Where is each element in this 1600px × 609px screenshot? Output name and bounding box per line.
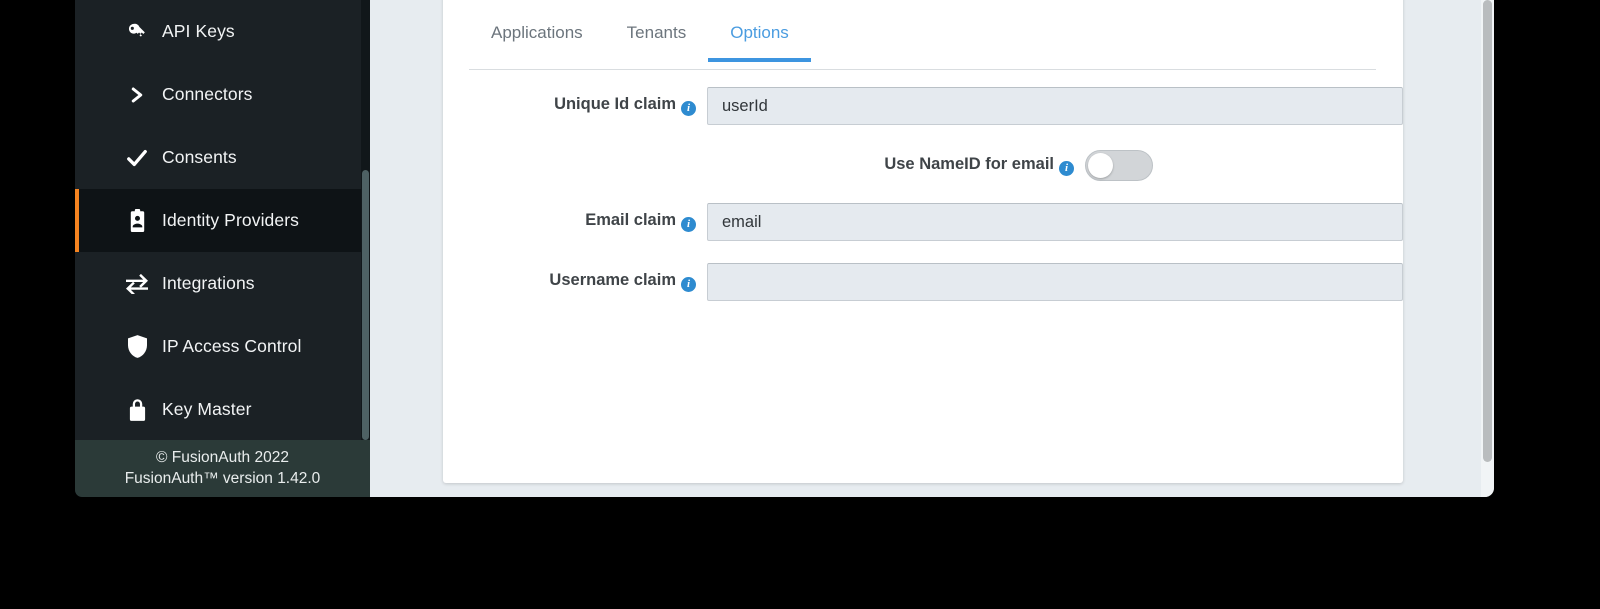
label-unique-id-claim: Unique Id claim i bbox=[443, 87, 707, 116]
sidebar-item-label: Integrations bbox=[162, 273, 255, 294]
form-row-use-nameid-for-email: Use NameID for email i bbox=[443, 147, 1403, 181]
info-icon[interactable]: i bbox=[1059, 161, 1074, 176]
email-claim-input[interactable] bbox=[707, 203, 1403, 241]
sidebar-item-label: IP Access Control bbox=[162, 336, 302, 357]
id-badge-icon bbox=[124, 210, 150, 232]
label-use-nameid-for-email: Use NameID for email i bbox=[443, 147, 1085, 176]
tab-bar: Applications Tenants Options bbox=[469, 18, 1376, 70]
sidebar-item-label: Identity Providers bbox=[162, 210, 299, 231]
info-icon[interactable]: i bbox=[681, 277, 696, 292]
control-username-claim bbox=[707, 263, 1403, 301]
label-email-claim: Email claim i bbox=[443, 203, 707, 232]
tab-label: Applications bbox=[491, 23, 583, 42]
tab-options[interactable]: Options bbox=[708, 18, 811, 60]
screen: API Keys Connectors bbox=[0, 0, 1600, 609]
page-content-area: Applications Tenants Options Unique Id c… bbox=[370, 0, 1494, 497]
sidebar-item-identity-providers[interactable]: Identity Providers bbox=[75, 189, 370, 252]
label-text: Use NameID for email bbox=[884, 155, 1054, 173]
form-row-email-claim: Email claim i bbox=[443, 203, 1403, 241]
label-text: Email claim bbox=[585, 211, 676, 229]
sidebar-item-key-master[interactable]: Key Master bbox=[75, 378, 370, 441]
sidebar-item-label: API Keys bbox=[162, 21, 235, 42]
sidebar-scrollbar-thumb[interactable] bbox=[362, 170, 369, 440]
tab-label: Options bbox=[730, 23, 789, 42]
username-claim-input[interactable] bbox=[707, 263, 1403, 301]
info-icon[interactable]: i bbox=[681, 101, 696, 116]
tab-tenants[interactable]: Tenants bbox=[605, 18, 709, 60]
exchange-arrows-icon bbox=[124, 273, 150, 295]
app-window: API Keys Connectors bbox=[75, 0, 1494, 497]
label-text: Username claim bbox=[549, 271, 676, 289]
check-icon bbox=[124, 147, 150, 169]
tab-applications[interactable]: Applications bbox=[469, 18, 605, 60]
label-text: Unique Id claim bbox=[554, 95, 676, 113]
key-icon bbox=[124, 21, 150, 43]
toggle-knob bbox=[1088, 153, 1113, 178]
sidebar-footer: © FusionAuth 2022 FusionAuth™ version 1.… bbox=[75, 440, 370, 497]
control-email-claim bbox=[707, 203, 1403, 241]
form-row-unique-id-claim: Unique Id claim i bbox=[443, 87, 1403, 125]
form-row-username-claim: Username claim i bbox=[443, 263, 1403, 301]
sidebar-item-label: Connectors bbox=[162, 84, 253, 105]
sidebar: API Keys Connectors bbox=[75, 0, 370, 497]
tab-label: Tenants bbox=[627, 23, 687, 42]
sidebar-item-label: Key Master bbox=[162, 399, 252, 420]
page-scrollbar-track[interactable] bbox=[1481, 0, 1494, 497]
label-username-claim: Username claim i bbox=[443, 263, 707, 292]
info-icon[interactable]: i bbox=[681, 217, 696, 232]
sidebar-item-api-keys[interactable]: API Keys bbox=[75, 0, 370, 63]
sidebar-item-ip-access-control[interactable]: IP Access Control bbox=[75, 315, 370, 378]
shield-icon bbox=[124, 336, 150, 358]
control-use-nameid-for-email bbox=[1085, 147, 1153, 181]
sidebar-item-consents[interactable]: Consents bbox=[75, 126, 370, 189]
page-scrollbar-thumb[interactable] bbox=[1483, 0, 1492, 462]
control-unique-id-claim bbox=[707, 87, 1403, 125]
content-card: Applications Tenants Options Unique Id c… bbox=[443, 0, 1403, 483]
options-form: Unique Id claim i Use NameID for email i bbox=[443, 87, 1403, 323]
sidebar-scrollbar-track[interactable] bbox=[361, 0, 370, 440]
footer-version: FusionAuth™ version 1.42.0 bbox=[125, 470, 321, 488]
use-nameid-for-email-toggle[interactable] bbox=[1085, 150, 1153, 181]
footer-copyright: © FusionAuth 2022 bbox=[156, 449, 289, 467]
sidebar-nav-list: API Keys Connectors bbox=[75, 0, 370, 440]
chevron-right-icon bbox=[124, 84, 150, 106]
lock-icon bbox=[124, 399, 150, 421]
unique-id-claim-input[interactable] bbox=[707, 87, 1403, 125]
sidebar-item-integrations[interactable]: Integrations bbox=[75, 252, 370, 315]
sidebar-item-label: Consents bbox=[162, 147, 237, 168]
sidebar-item-connectors[interactable]: Connectors bbox=[75, 63, 370, 126]
